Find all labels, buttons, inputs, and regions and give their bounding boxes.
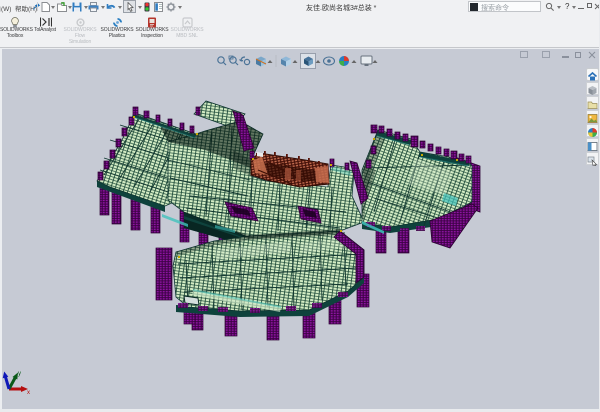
svg-text:y: y	[18, 371, 21, 377]
svg-text:x: x	[27, 390, 30, 396]
